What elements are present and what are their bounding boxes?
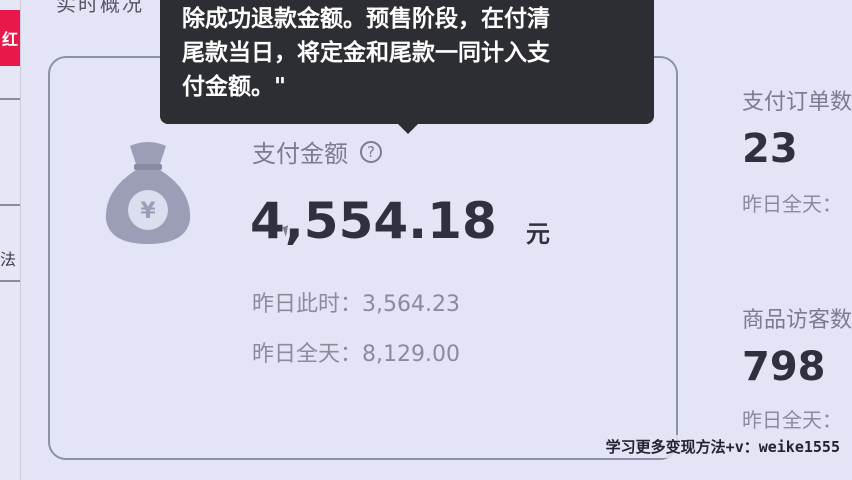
order-count-title: 支付订单数 (742, 90, 852, 115)
dashboard-page: 实时概况 红 法 ¥ 支付金额 ? 4,554.18 元 昨日此时：3,564.… (0, 0, 852, 480)
visitor-count-yesterday: 昨日全天： (742, 408, 842, 432)
tooltip-line: 付金额。" (182, 74, 286, 100)
yesterday-same-time-value: 3,564.23 (362, 292, 460, 317)
yesterday-same-time-label: 昨日此时： (252, 292, 363, 317)
order-count-value: 23 (742, 126, 798, 172)
sidebar-divider (0, 204, 20, 206)
yesterday-full-day-label: 昨日全天： (252, 342, 363, 367)
left-sidebar: 红 法 (0, 0, 21, 480)
help-tooltip: 除成功退款金额。预售阶段，在付清 尾款当日，将定金和尾款一同计入支 付金额。" (160, 0, 654, 124)
yesterday-full-day-value: 8,129.00 (362, 342, 460, 367)
payment-amount-label: 支付金额 (252, 140, 348, 168)
section-title: 实时概况 (56, 0, 144, 16)
sidebar-divider (0, 98, 20, 100)
tooltip-line: 除成功退款金额。预售阶段，在付清 (182, 6, 550, 32)
payment-amount-value: 4,554.18 (250, 192, 497, 250)
yesterday-full-day: 昨日全天：8,129.00 (252, 336, 460, 368)
payment-amount-title: 支付金额 ? (252, 134, 382, 169)
sidebar-item-label[interactable]: 法 (0, 246, 20, 270)
yesterday-same-time: 昨日此时：3,564.23 (252, 286, 460, 318)
watermark: 学习更多变现方法+v：weike1555 (603, 435, 842, 458)
question-circle-icon[interactable]: ? (360, 140, 382, 163)
tooltip-arrow (396, 122, 420, 134)
sidebar-divider (0, 280, 20, 282)
payment-amount-unit: 元 (526, 220, 550, 248)
sidebar-active-tab[interactable]: 红 (0, 10, 20, 66)
money-bag-yuan-icon: ¥ (105, 142, 191, 244)
tooltip-line: 尾款当日，将定金和尾款一同计入支 (182, 40, 550, 66)
order-count-yesterday: 昨日全天： (742, 192, 842, 216)
svg-text:¥: ¥ (140, 199, 156, 224)
visitor-count-value: 798 (742, 344, 826, 390)
visitor-count-title: 商品访客数 (742, 308, 852, 333)
